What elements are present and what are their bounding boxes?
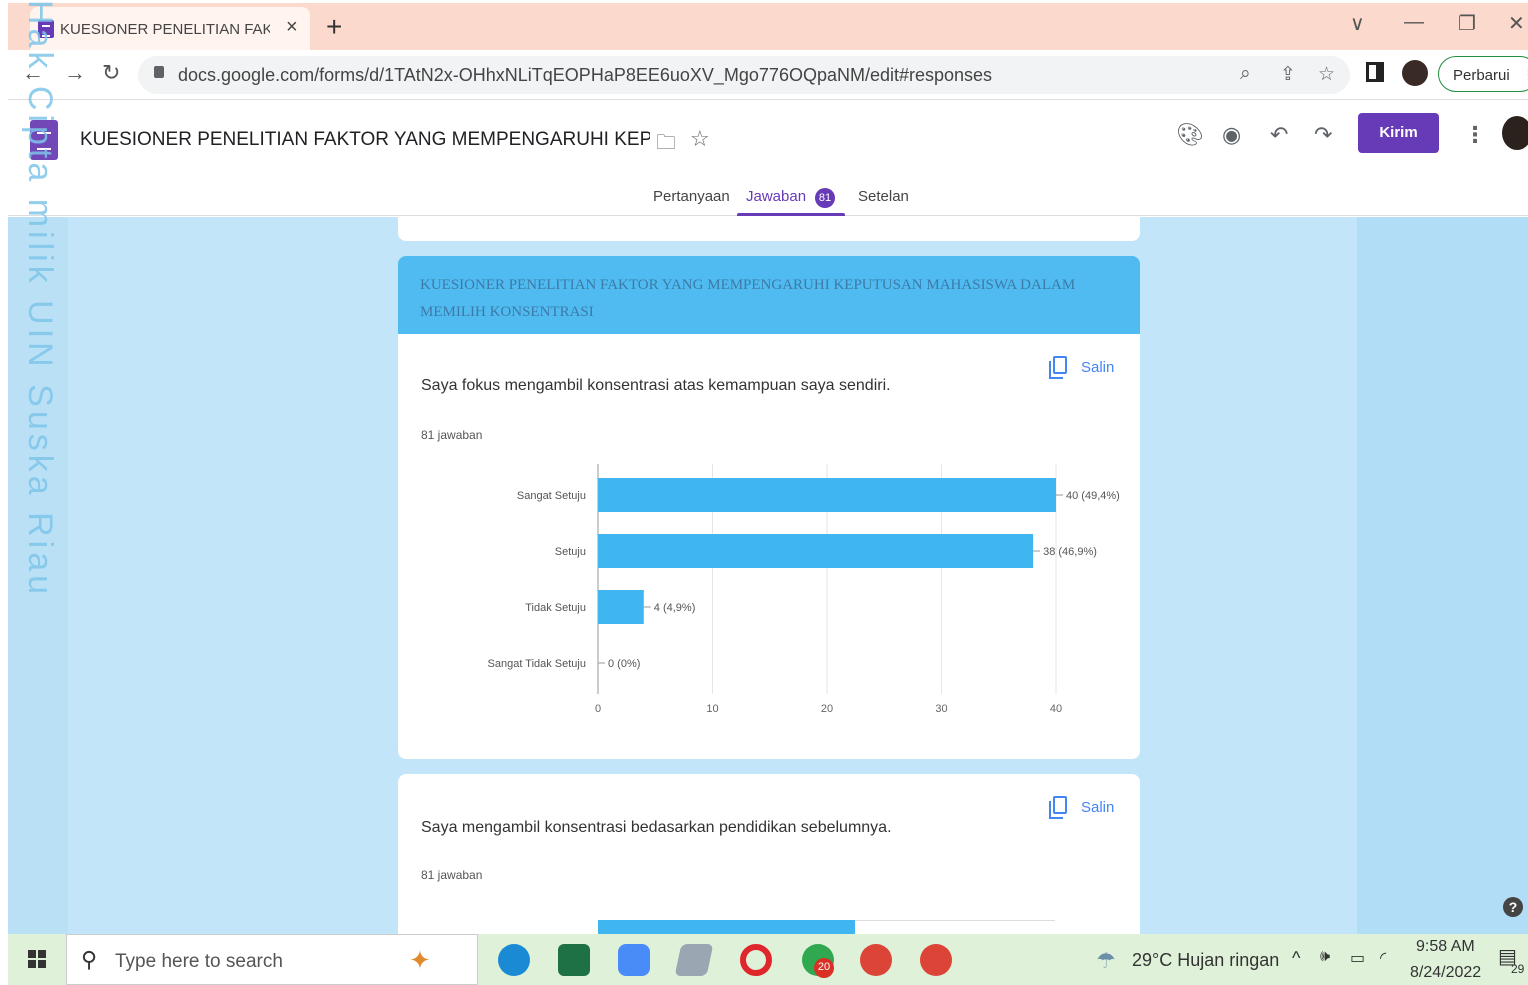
chart-bar bbox=[598, 478, 1056, 512]
update-button-label: Perbarui bbox=[1453, 67, 1510, 84]
address-bar[interactable]: docs.google.com/forms/d/1TAtN2x-OHhxNLiT… bbox=[138, 56, 1350, 94]
windows-start-icon[interactable] bbox=[28, 950, 46, 968]
tab-search-chevron-down-icon[interactable]: ∨ bbox=[1350, 11, 1365, 36]
folder-icon[interactable]: 🗀 bbox=[656, 128, 676, 162]
taskbar-search[interactable]: ⚲ Type here to search ✦ bbox=[66, 934, 478, 985]
zoom-app-icon[interactable] bbox=[618, 944, 650, 976]
excel-icon[interactable] bbox=[558, 944, 590, 976]
palette-icon[interactable]: 🎨︎ bbox=[1176, 122, 1204, 148]
battery-icon[interactable]: ▭ bbox=[1350, 948, 1365, 968]
chrome-icon[interactable] bbox=[860, 944, 892, 976]
forms-header: KUESIONER PENELITIAN FAKTOR YANG MEMPENG… bbox=[8, 100, 1528, 216]
chart-tick-label: 30 bbox=[935, 703, 947, 715]
chart-category-label: Setuju bbox=[555, 546, 586, 558]
chart-tick-label: 0 bbox=[595, 703, 601, 715]
forward-arrow-icon[interactable]: → bbox=[64, 60, 86, 86]
search-highlight-icon[interactable]: ✦ bbox=[409, 945, 431, 976]
section-header-text: KUESIONER PENELITIAN FAKTOR YANG MEMPENG… bbox=[420, 277, 1076, 320]
chart-tick-label: 20 bbox=[821, 703, 833, 715]
search-icon: ⚲ bbox=[81, 947, 98, 972]
account-avatar[interactable] bbox=[1502, 116, 1528, 150]
chart-tick-label: 10 bbox=[706, 703, 718, 715]
share-icon[interactable]: ⇪ bbox=[1280, 63, 1296, 86]
tab-title: KUESIONER PENELITIAN FAKTOR bbox=[60, 21, 270, 38]
responses-content[interactable]: KUESIONER PENELITIAN FAKTOR YANG MEMPENG… bbox=[8, 217, 1528, 934]
more-vert-icon[interactable]: ⋮ bbox=[1464, 122, 1486, 148]
chart-data-label: 0 (0%) bbox=[608, 658, 640, 670]
chrome-profile-icon[interactable]: 20 bbox=[802, 944, 834, 978]
new-tab-button[interactable]: + bbox=[326, 11, 342, 43]
chart-bar bbox=[598, 590, 644, 624]
browser-tab[interactable]: KUESIONER PENELITIAN FAKTOR × bbox=[30, 7, 310, 50]
volume-icon[interactable]: 🕪︎ bbox=[1320, 948, 1330, 966]
tab-pertanyaan[interactable]: Pertanyaan bbox=[653, 188, 730, 205]
question-title: Saya mengambil konsentrasi bedasarkan pe… bbox=[421, 819, 892, 836]
bookmark-star-icon[interactable]: ☆ bbox=[1318, 63, 1335, 86]
wifi-icon[interactable]: ◜ bbox=[1380, 948, 1386, 968]
preview-eye-icon[interactable]: ◉ bbox=[1222, 122, 1241, 148]
question-card: Salin Saya fokus mengambil konsentrasi a… bbox=[398, 334, 1140, 759]
chart-category-label: Sangat Tidak Setuju bbox=[488, 658, 586, 670]
weather-icon[interactable]: ☂ bbox=[1096, 948, 1116, 974]
browser-toolbar: ← → ↻ docs.google.com/forms/d/1TAtN2x-OH… bbox=[8, 50, 1528, 100]
right-margin bbox=[1357, 217, 1528, 934]
zoom-icon[interactable]: ⌕ bbox=[1240, 63, 1251, 85]
more-menu-icon[interactable]: ⋮ bbox=[1522, 67, 1528, 84]
chart-tick-label: 40 bbox=[1050, 703, 1062, 715]
summary-card-bottom-edge bbox=[398, 217, 1140, 241]
section-header-card: KUESIONER PENELITIAN FAKTOR YANG MEMPENG… bbox=[398, 256, 1140, 334]
redo-icon[interactable]: ↷ bbox=[1314, 122, 1332, 148]
side-panel-icon[interactable] bbox=[1366, 62, 1384, 82]
watermark: Hak Cipta milik UIN Suska Riau bbox=[21, 0, 59, 599]
browser-tab-bar: KUESIONER PENELITIAN FAKTOR × + ∨ — ❐ ✕ bbox=[8, 3, 1528, 50]
chart-bar bbox=[598, 534, 1034, 568]
tab-close-icon[interactable]: × bbox=[286, 16, 298, 39]
star-icon[interactable]: ☆ bbox=[690, 126, 710, 152]
file-app-icon[interactable] bbox=[674, 944, 714, 976]
chart-data-label: 4 (4,9%) bbox=[654, 602, 696, 614]
restore-icon[interactable]: ❐ bbox=[1458, 11, 1476, 36]
profile-avatar[interactable] bbox=[1402, 60, 1428, 86]
undo-icon[interactable]: ↶ bbox=[1270, 122, 1288, 148]
tab-setelan[interactable]: Setelan bbox=[858, 188, 909, 205]
question-card: Salin Saya mengambil konsentrasi bedasar… bbox=[398, 774, 1140, 934]
chart-category-label: Sangat Setuju bbox=[517, 490, 586, 502]
show-hidden-icons-icon[interactable]: ^ bbox=[1292, 948, 1300, 969]
update-button[interactable]: Perbarui ⋮ bbox=[1438, 56, 1528, 92]
tab-jawaban[interactable]: Jawaban bbox=[746, 188, 806, 205]
reload-icon[interactable]: ↻ bbox=[102, 60, 120, 86]
taskbar-search-placeholder[interactable]: Type here to search bbox=[115, 951, 283, 973]
weather-text[interactable]: 29°C Hujan ringan bbox=[1132, 950, 1279, 971]
notification-badge: 20 bbox=[814, 958, 834, 978]
clock-time[interactable]: 9:58 AM bbox=[1416, 938, 1475, 956]
lock-icon[interactable] bbox=[154, 66, 164, 78]
chart-data-label: 38 (46,9%) bbox=[1043, 546, 1097, 558]
edge-browser-icon[interactable] bbox=[498, 944, 530, 976]
responses-count-badge: 81 bbox=[815, 188, 835, 208]
bar-chart: 0 10 20 30 40 Sangat Setuju 40 (49,4%) Setuju 38… bbox=[488, 464, 1120, 715]
copy-icon[interactable] bbox=[1049, 796, 1067, 819]
windows-taskbar: ⚲ Type here to search ✦ 20 ☂ 29°C Hujan … bbox=[8, 934, 1528, 985]
url-text[interactable]: docs.google.com/forms/d/1TAtN2x-OHhxNLiT… bbox=[178, 65, 992, 86]
send-button[interactable]: Kirim bbox=[1358, 113, 1439, 153]
chrome-icon[interactable] bbox=[920, 944, 952, 976]
opera-icon[interactable] bbox=[740, 944, 772, 976]
chart-category-label: Tidak Setuju bbox=[525, 602, 586, 614]
close-window-icon[interactable]: ✕ bbox=[1508, 11, 1525, 36]
chart-data-label: 40 (49,4%) bbox=[1066, 490, 1120, 502]
chart-bar bbox=[598, 920, 855, 934]
copy-chart-button[interactable]: Salin bbox=[1081, 799, 1114, 816]
response-count: 81 jawaban bbox=[421, 868, 483, 882]
minimize-icon[interactable]: — bbox=[1404, 11, 1424, 34]
form-title[interactable]: KUESIONER PENELITIAN FAKTOR YANG MEMPENG… bbox=[80, 129, 650, 151]
help-icon[interactable]: ? bbox=[1503, 897, 1523, 917]
clock-date[interactable]: 8/24/2022 bbox=[1410, 964, 1481, 982]
notification-count: 29 bbox=[1511, 962, 1525, 976]
active-tab-indicator bbox=[737, 213, 845, 216]
